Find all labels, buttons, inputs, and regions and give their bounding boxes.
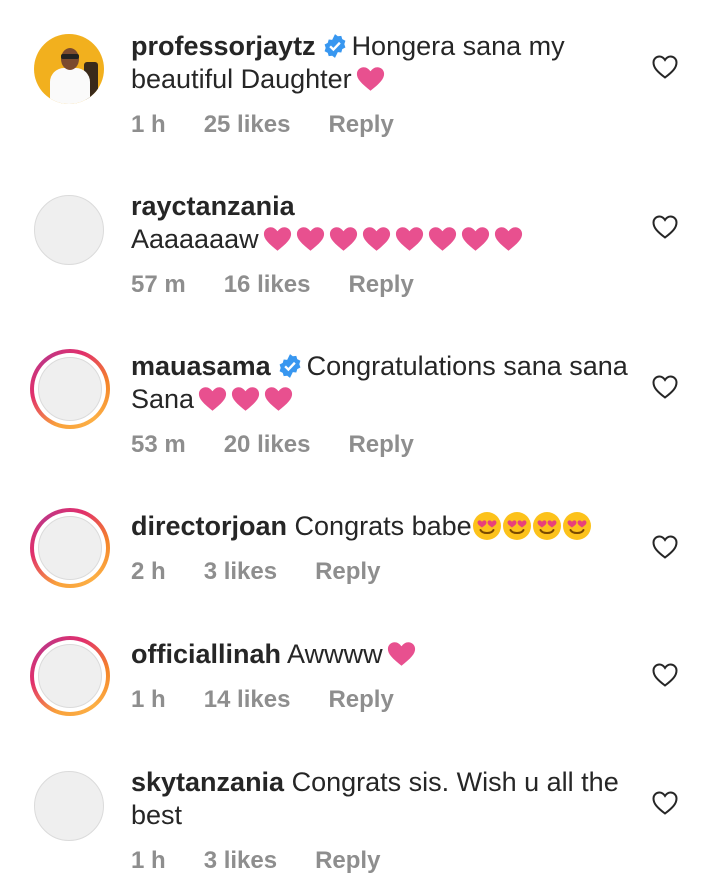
comment-body: Congrats babe xyxy=(294,511,472,541)
comment-meta: 57 m 16 likes Reply xyxy=(131,271,414,299)
pink-heart-emoji xyxy=(494,227,522,251)
comment-text: officiallinah Awwww xyxy=(131,638,651,671)
story-ring xyxy=(30,636,110,716)
comment-likes[interactable]: 16 likes xyxy=(224,271,311,299)
heart-eyes-emoji xyxy=(502,512,531,540)
heart-outline-icon[interactable] xyxy=(652,791,678,815)
avatar[interactable] xyxy=(30,508,110,588)
comment-username[interactable]: rayctanzania xyxy=(131,191,295,221)
comment-likes[interactable]: 25 likes xyxy=(204,111,291,139)
story-ring xyxy=(30,349,110,429)
avatar[interactable] xyxy=(30,191,110,271)
comment-time: 1 h xyxy=(131,847,166,874)
comment-text: directorjoan Congrats babe xyxy=(131,510,651,543)
comment-time: 1 h xyxy=(131,686,166,713)
avatar[interactable] xyxy=(30,30,110,110)
pink-heart-emoji xyxy=(263,227,291,251)
pink-heart-emoji xyxy=(198,387,227,411)
comment-likes[interactable]: 3 likes xyxy=(204,558,277,586)
pink-heart-emoji xyxy=(395,227,423,251)
comment-body: Awwww xyxy=(287,639,383,669)
heart-eyes-emoji-row xyxy=(472,511,592,541)
pink-heart-emoji xyxy=(428,227,456,251)
pink-heart-emoji xyxy=(264,387,293,411)
comment-username[interactable]: directorjoan xyxy=(131,511,287,541)
comment-text: rayctanzania Aaaaaaaw xyxy=(131,190,651,256)
avatar[interactable] xyxy=(30,349,110,429)
reply-button[interactable]: Reply xyxy=(328,111,393,139)
comment-username[interactable]: mauasama xyxy=(131,351,271,381)
comment-time: 2 h xyxy=(131,558,166,585)
heart-outline-icon[interactable] xyxy=(652,375,678,399)
pink-heart-emoji xyxy=(356,67,384,91)
heart-emoji-row xyxy=(383,639,416,669)
pink-heart-emoji xyxy=(231,387,260,411)
comment-text: skytanzania Congrats sis. Wish u all the… xyxy=(131,766,651,832)
comment-username[interactable]: skytanzania xyxy=(131,767,284,797)
profile-photo xyxy=(34,34,104,104)
comment-username[interactable]: officiallinah xyxy=(131,639,281,669)
heart-eyes-emoji xyxy=(562,512,591,540)
comment-meta: 1 h 3 likes Reply xyxy=(131,847,380,875)
heart-emoji-row xyxy=(194,384,293,414)
comment-body: Aaaaaaaw xyxy=(131,224,259,254)
heart-outline-icon[interactable] xyxy=(652,215,678,239)
heart-emoji-row xyxy=(259,224,523,254)
heart-eyes-emoji xyxy=(472,512,501,540)
comment-username[interactable]: professorjaytz xyxy=(131,31,316,61)
comment-likes[interactable]: 14 likes xyxy=(204,686,291,714)
pink-heart-emoji xyxy=(329,227,357,251)
heart-outline-icon[interactable] xyxy=(652,535,678,559)
heart-eyes-emoji xyxy=(532,512,561,540)
story-ring xyxy=(30,508,110,588)
reply-button[interactable]: Reply xyxy=(348,431,413,459)
comment-meta: 1 h 14 likes Reply xyxy=(131,686,394,714)
comment-likes[interactable]: 20 likes xyxy=(224,431,311,459)
verified-badge-icon xyxy=(324,34,345,58)
avatar[interactable] xyxy=(30,767,110,847)
comment-meta: 53 m 20 likes Reply xyxy=(131,431,414,459)
reply-button[interactable]: Reply xyxy=(348,271,413,299)
comment-likes[interactable]: 3 likes xyxy=(204,847,277,875)
comment-meta: 2 h 3 likes Reply xyxy=(131,558,380,586)
pink-heart-emoji xyxy=(362,227,390,251)
comment-meta: 1 h 25 likes Reply xyxy=(131,111,394,139)
comment-time: 1 h xyxy=(131,111,166,138)
reply-button[interactable]: Reply xyxy=(328,686,393,714)
reply-button[interactable]: Reply xyxy=(315,847,380,875)
heart-outline-icon[interactable] xyxy=(652,663,678,687)
comment-time: 57 m xyxy=(131,271,186,298)
pink-heart-emoji xyxy=(296,227,324,251)
pink-heart-emoji xyxy=(461,227,489,251)
verified-badge-icon xyxy=(279,354,300,378)
comment-text: professorjaytz Hongera sana my beautiful … xyxy=(131,30,651,96)
pink-heart-emoji xyxy=(387,642,415,666)
heart-outline-icon[interactable] xyxy=(652,55,678,79)
reply-button[interactable]: Reply xyxy=(315,558,380,586)
avatar[interactable] xyxy=(30,636,110,716)
comment-time: 53 m xyxy=(131,431,186,458)
comment-text: mauasama Congratulations sana sana Sana xyxy=(131,350,651,416)
